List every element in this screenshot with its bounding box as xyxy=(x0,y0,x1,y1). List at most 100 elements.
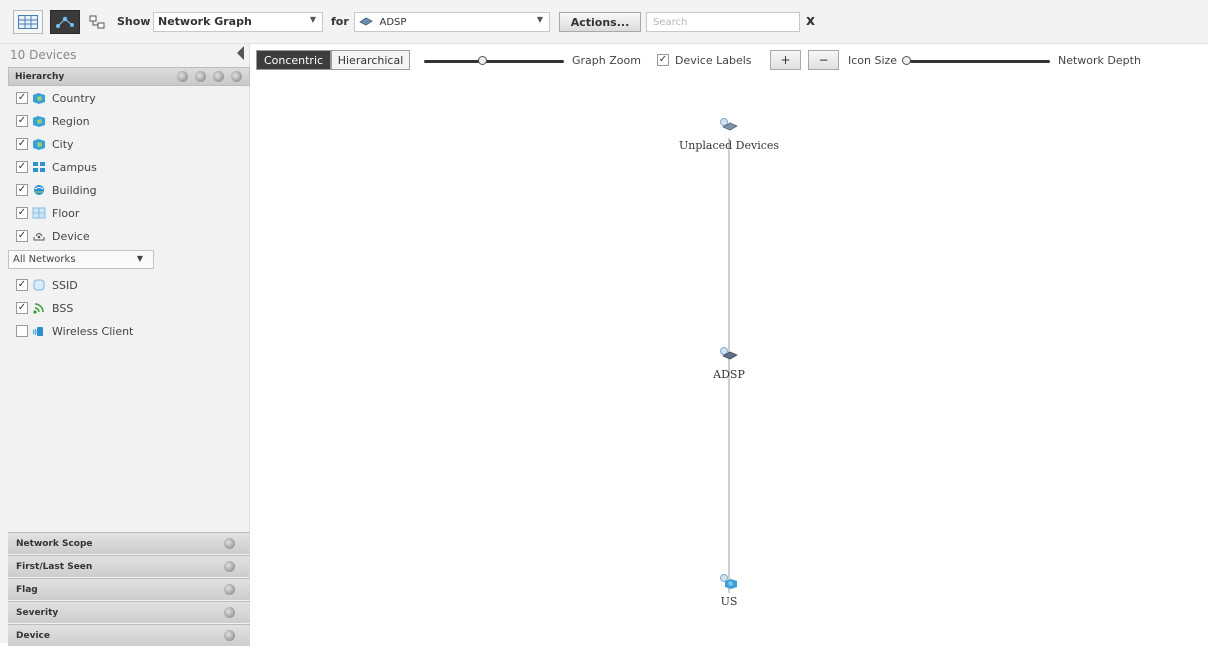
tab-hierarchical[interactable]: Hierarchical xyxy=(331,50,410,70)
graph-zoom-label: Graph Zoom xyxy=(572,54,641,67)
expand-icon[interactable] xyxy=(224,561,235,572)
network-depth-slider[interactable] xyxy=(910,60,1050,63)
tree-item-country[interactable]: ✓ Country xyxy=(16,89,96,107)
graph-node-us[interactable]: US xyxy=(669,574,789,608)
view-select-value: Network Graph xyxy=(158,15,252,28)
zoom-out-button[interactable]: − xyxy=(808,50,839,70)
wireless-client-checkbox[interactable] xyxy=(16,325,28,337)
floor-checkbox[interactable]: ✓ xyxy=(16,207,28,219)
hierarchy-header[interactable]: Hierarchy xyxy=(8,67,250,86)
country-map-icon xyxy=(720,574,737,589)
graph-zoom-slider[interactable] xyxy=(424,60,564,63)
filter-first-last-seen[interactable]: First/Last Seen xyxy=(8,555,250,577)
network-select[interactable]: All Networks ▼ xyxy=(8,250,154,269)
zoom-in-button[interactable]: + xyxy=(770,50,801,70)
expand-all-icon[interactable] xyxy=(177,71,188,82)
tree-item-wireless-client[interactable]: Wireless Client xyxy=(16,322,133,340)
graph-node-adsp[interactable]: ADSP xyxy=(669,347,789,381)
filter-severity[interactable]: Severity xyxy=(8,601,250,623)
tree-item-region[interactable]: ✓ Region xyxy=(16,112,90,130)
device-labels-checkbox[interactable]: ✓ xyxy=(657,54,669,66)
filter-label: Flag xyxy=(16,585,38,595)
device-count: 10 Devices xyxy=(10,48,77,62)
chevron-down-icon: ▼ xyxy=(309,15,316,24)
device-icon xyxy=(33,233,45,241)
tree-item-floor[interactable]: ✓ Floor xyxy=(16,204,79,222)
tree-item-label: SSID xyxy=(52,278,78,292)
hierarchy-view-button[interactable] xyxy=(86,10,108,34)
tree-item-label: Building xyxy=(52,183,97,197)
network-select-value: All Networks xyxy=(13,254,76,265)
table-view-button[interactable] xyxy=(13,10,43,34)
tree-item-label: Country xyxy=(52,91,96,105)
tree-item-label: BSS xyxy=(52,301,74,315)
node-label: ADSP xyxy=(713,368,745,381)
tree-item-label: Campus xyxy=(52,160,97,174)
network-depth-label: Network Depth xyxy=(1058,54,1141,67)
filter-network-scope[interactable]: Network Scope xyxy=(8,532,250,554)
expand-icon[interactable] xyxy=(224,630,235,641)
clear-all-icon[interactable] xyxy=(231,71,242,82)
ssid-checkbox[interactable]: ✓ xyxy=(16,279,28,291)
collapse-panel-icon[interactable] xyxy=(237,46,244,60)
scope-select-value: ADSP xyxy=(379,17,407,28)
hierarchy-icon xyxy=(89,15,105,29)
bss-checkbox[interactable]: ✓ xyxy=(16,302,28,314)
filter-sidebar: 10 Devices Hierarchy ✓ Country ✓ Region … xyxy=(0,44,250,646)
device-group-icon xyxy=(359,16,373,29)
region-checkbox[interactable]: ✓ xyxy=(16,115,28,127)
city-checkbox[interactable]: ✓ xyxy=(16,138,28,150)
for-label: for xyxy=(331,15,349,28)
tree-item-label: Device xyxy=(52,229,90,243)
top-toolbar: Show Network Graph ▼ for ADSP ▼ Actions.… xyxy=(0,0,1208,44)
graph-view-button[interactable] xyxy=(50,10,80,34)
tree-item-label: Floor xyxy=(52,206,80,220)
tree-item-label: Wireless Client xyxy=(52,324,134,338)
device-group-icon xyxy=(720,118,738,131)
tree-item-device[interactable]: ✓ Device xyxy=(16,227,90,245)
filter-label: Severity xyxy=(16,608,59,618)
device-group-icon xyxy=(720,347,738,360)
filter-label: First/Last Seen xyxy=(16,562,93,572)
hierarchy-title: Hierarchy xyxy=(15,72,65,82)
tree-item-city[interactable]: ✓ City xyxy=(16,135,74,153)
node-label: Unplaced Devices xyxy=(678,139,780,152)
graph-zoom-handle[interactable] xyxy=(478,56,487,65)
tree-item-ssid[interactable]: ✓ SSID xyxy=(16,276,78,294)
map-icon xyxy=(33,116,45,127)
building-icon xyxy=(34,185,44,195)
campus-icon xyxy=(33,162,45,172)
filter-flag[interactable]: Flag xyxy=(8,578,250,600)
select-all-icon[interactable] xyxy=(213,71,224,82)
close-icon[interactable]: x xyxy=(806,13,815,29)
map-icon xyxy=(33,93,45,104)
chevron-down-icon: ▼ xyxy=(136,254,143,263)
tree-item-campus[interactable]: ✓ Campus xyxy=(16,158,97,176)
campus-checkbox[interactable]: ✓ xyxy=(16,161,28,173)
tree-item-label: City xyxy=(52,137,74,151)
bss-icon xyxy=(33,303,44,314)
scope-select[interactable]: ADSP ▼ xyxy=(354,12,550,32)
show-label: Show xyxy=(117,15,151,28)
tree-item-bss[interactable]: ✓ BSS xyxy=(16,299,73,317)
map-icon xyxy=(33,139,45,150)
graph-node-unplaced-devices[interactable]: Unplaced Devices xyxy=(669,118,789,152)
filter-label: Device xyxy=(16,631,50,641)
tree-item-building[interactable]: ✓ Building xyxy=(16,181,97,199)
filter-label: Network Scope xyxy=(16,539,93,549)
view-select[interactable]: Network Graph ▼ xyxy=(153,12,323,32)
building-checkbox[interactable]: ✓ xyxy=(16,184,28,196)
icon-size-label: Icon Size xyxy=(848,54,898,67)
device-checkbox[interactable]: ✓ xyxy=(16,230,28,242)
chevron-down-icon: ▼ xyxy=(536,15,543,24)
expand-icon[interactable] xyxy=(224,607,235,618)
network-graph-icon xyxy=(56,16,74,28)
tree-item-label: Region xyxy=(52,114,90,128)
expand-icon[interactable] xyxy=(224,538,235,549)
expand-icon[interactable] xyxy=(224,584,235,595)
country-checkbox[interactable]: ✓ xyxy=(16,92,28,104)
tab-concentric[interactable]: Concentric xyxy=(256,50,331,70)
search-input[interactable] xyxy=(646,12,800,32)
collapse-all-icon[interactable] xyxy=(195,71,206,82)
actions-button[interactable]: Actions... xyxy=(559,12,641,32)
